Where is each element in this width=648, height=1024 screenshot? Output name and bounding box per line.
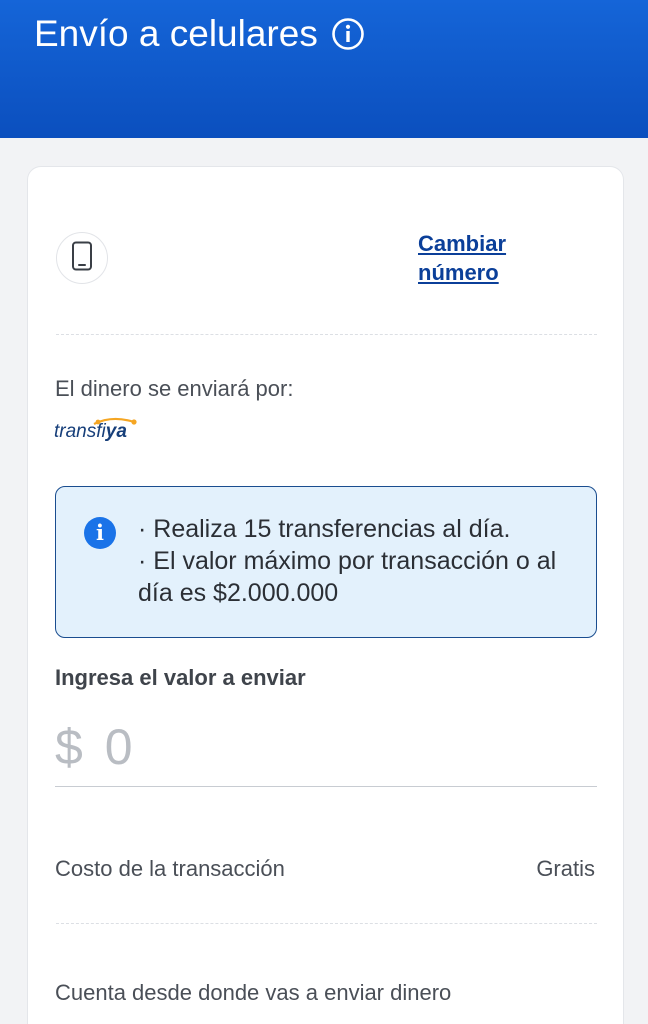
brand-text: transfi: [54, 421, 106, 442]
page-title-row: Envío a celulares: [34, 12, 365, 56]
divider: [56, 334, 597, 335]
amount-value: $ 0: [55, 718, 137, 775]
amount-input[interactable]: $ 0: [55, 707, 597, 787]
notice-text: · Realiza 15 transferencias al día. · El…: [138, 513, 578, 609]
brand-text-bold: ya: [105, 421, 127, 442]
transaction-cost-value: Gratis: [536, 856, 595, 881]
transfiya-logo: transfiya: [54, 413, 144, 447]
info-circle-icon[interactable]: [331, 17, 365, 51]
divider: [56, 923, 597, 924]
app-header: Envío a celulares: [0, 0, 648, 138]
transaction-cost-label: Costo de la transacción: [55, 856, 285, 881]
amount-label: Ingresa el valor a enviar: [55, 665, 306, 690]
page-title: Envío a celulares: [34, 13, 318, 54]
smartphone-icon: [71, 241, 93, 276]
source-account-label: Cuenta desde donde vas a enviar dinero: [55, 980, 452, 1005]
info-icon: i: [84, 517, 116, 549]
change-number-link[interactable]: Cambiar número: [418, 229, 538, 287]
notice-line: · Realiza 15 transferencias al día.: [138, 515, 511, 543]
notice-line: · El valor máximo por transacción o al d…: [138, 547, 557, 607]
delivery-label: El dinero se enviará por:: [55, 376, 294, 401]
phone-avatar: [56, 232, 108, 284]
limits-notice: i · Realiza 15 transferencias al día. · …: [55, 486, 597, 638]
transfer-card: Cambiar número El dinero se enviará por:…: [27, 166, 624, 1024]
